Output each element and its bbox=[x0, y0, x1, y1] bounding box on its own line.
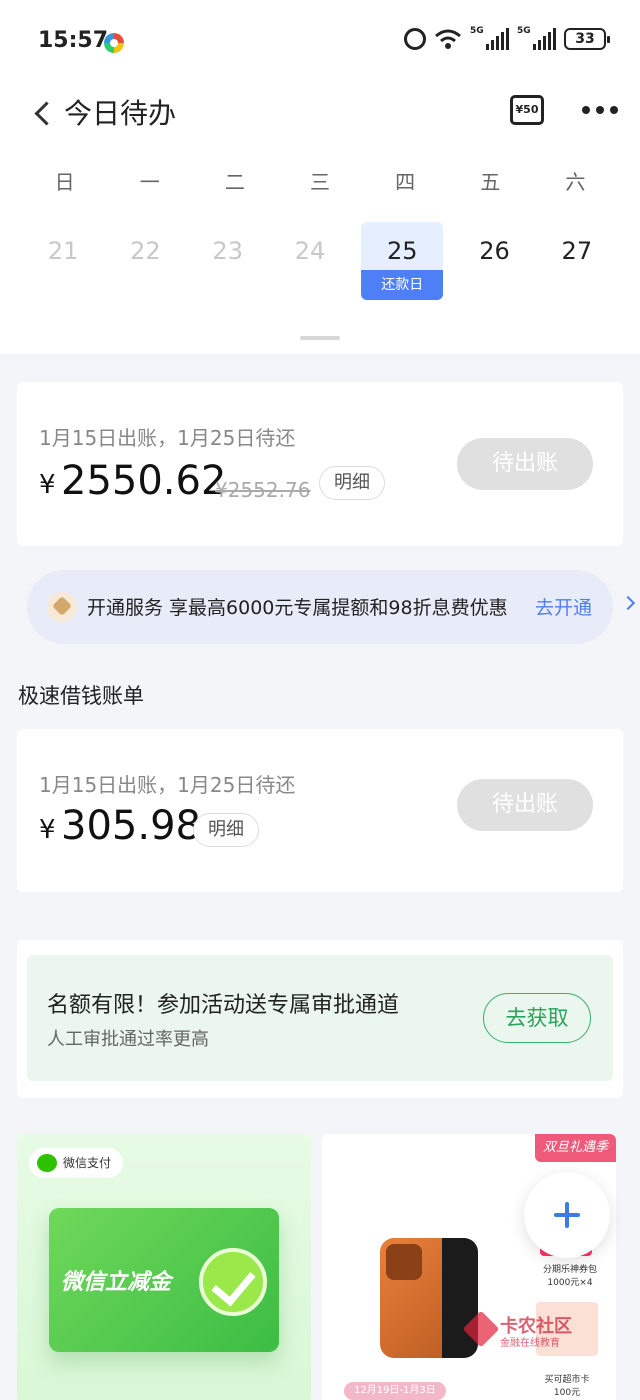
weekday-label: 三 bbox=[309, 170, 330, 194]
status-bar: 15:57 5G 5G 33 bbox=[0, 0, 640, 80]
navigation-bar: 今日待办 ¥50 bbox=[0, 80, 640, 148]
activity-card: 名额有限！参加活动送专属审批通道 人工审批通过率更高 去获取 bbox=[17, 940, 623, 1098]
wechat-pay-tag: 微信支付 bbox=[29, 1148, 124, 1178]
currency-symbol: ¥ bbox=[39, 815, 56, 845]
alarm-icon bbox=[404, 28, 426, 50]
battery-icon: 33 bbox=[564, 28, 610, 50]
currency-symbol: ¥ bbox=[39, 470, 56, 500]
status-icons: 5G 5G 33 bbox=[404, 26, 610, 50]
activity-title: 名额有限！参加活动送专属审批通道 bbox=[47, 993, 400, 1018]
bill-date-info: 1月15日出账，1月25日待还 bbox=[39, 426, 296, 450]
section-title: 极速借钱账单 bbox=[18, 684, 144, 708]
calendar-date-selected[interactable]: 25 还款日 bbox=[361, 222, 444, 300]
detail-button[interactable]: 明细 bbox=[193, 813, 259, 847]
promo-date-tag: 12月19日-1月3日 bbox=[344, 1382, 446, 1400]
calendar-date[interactable]: 24 bbox=[269, 222, 351, 300]
activity-subtitle: 人工审批通过率更高 bbox=[47, 1029, 209, 1050]
calendar-date[interactable]: 27 bbox=[536, 222, 618, 300]
coupon-card-text: 微信立减金 bbox=[61, 1270, 172, 1295]
week-calendar: 日 一 二 三 四 五 六 21 22 23 24 25 还款日 26 27 bbox=[0, 148, 640, 354]
bill-amount: 2550.62 bbox=[61, 458, 227, 504]
promo-banner[interactable]: 开通服务 享最高6000元专属提额和98折息费优惠 去开通 bbox=[27, 570, 636, 644]
wifi-icon bbox=[434, 28, 462, 50]
checkmark-icon bbox=[199, 1248, 267, 1316]
calendar-date[interactable]: 22 bbox=[104, 222, 186, 300]
original-amount: ¥2552.76 bbox=[215, 478, 311, 502]
vip-icon bbox=[47, 592, 77, 622]
festival-tag: 双旦礼遇季 bbox=[534, 1134, 616, 1162]
watermark-subtext: 金融在线教育 bbox=[500, 1338, 560, 1349]
weekday-label: 二 bbox=[224, 170, 245, 194]
app-notification-icon bbox=[104, 33, 124, 53]
watermark-logo-icon bbox=[462, 1310, 500, 1348]
watermark: 卡农社区 金融在线教育 bbox=[462, 1310, 608, 1350]
coupon-pack-label: 分期乐神券包 1000元×4 bbox=[542, 1265, 597, 1288]
page-title: 今日待办 bbox=[64, 97, 177, 130]
weekday-label: 四 bbox=[395, 170, 416, 194]
weekday-label: 六 bbox=[565, 170, 586, 194]
pending-bill-button[interactable]: 待出账 bbox=[457, 779, 593, 831]
drag-handle[interactable] bbox=[300, 336, 340, 340]
weekday-header: 日 一 二 三 四 五 六 bbox=[22, 168, 618, 196]
detail-button[interactable]: 明细 bbox=[319, 466, 385, 500]
wechat-coupon-banner[interactable]: 微信支付 微信立减金 bbox=[17, 1134, 311, 1400]
network-type-label: 5G bbox=[470, 26, 484, 36]
date-row: 21 22 23 24 25 还款日 26 27 bbox=[22, 222, 618, 300]
bill-card: 1月15日出账，1月25日待还 ¥ 2550.62 ¥2552.76 明细 待出… bbox=[17, 382, 623, 546]
bill-amount: 305.98 bbox=[61, 803, 201, 849]
more-icon[interactable] bbox=[582, 106, 618, 114]
activity-banner: 名额有限！参加活动送专属审批通道 人工审批通过率更高 去获取 bbox=[27, 955, 613, 1081]
back-icon[interactable] bbox=[30, 97, 54, 127]
network-type-label: 5G bbox=[517, 26, 531, 36]
pending-bill-button[interactable]: 待出账 bbox=[457, 438, 593, 490]
bill-date-info: 1月15日出账，1月25日待还 bbox=[39, 773, 296, 797]
selected-date-number: 25 bbox=[386, 237, 418, 265]
add-button[interactable] bbox=[524, 1172, 610, 1258]
activate-link[interactable]: 去开通 bbox=[535, 593, 592, 620]
repayment-day-tag: 还款日 bbox=[361, 270, 444, 300]
weekday-label: 日 bbox=[54, 170, 75, 194]
weekday-label: 一 bbox=[139, 170, 160, 194]
status-time: 15:57 bbox=[38, 28, 109, 53]
calendar-date[interactable]: 26 bbox=[453, 222, 535, 300]
coupon-icon[interactable]: ¥50 bbox=[510, 95, 544, 125]
weekday-label: 五 bbox=[480, 170, 501, 194]
chevron-right-icon bbox=[620, 595, 636, 611]
get-button[interactable]: 去获取 bbox=[483, 993, 591, 1043]
calendar-date[interactable]: 23 bbox=[187, 222, 269, 300]
quick-loan-bill-card: 1月15日出账，1月25日待还 ¥ 305.98 明细 待出账 bbox=[17, 729, 623, 892]
promo-text: 开通服务 享最高6000元专属提额和98折息费优惠 bbox=[87, 597, 508, 619]
signal-icon: 5G bbox=[470, 26, 509, 50]
supermarket-card-label: 买可超市卡 100元 bbox=[544, 1375, 590, 1398]
coupon-card: 微信立减金 bbox=[49, 1208, 279, 1352]
calendar-date[interactable]: 21 bbox=[22, 222, 104, 300]
signal-icon: 5G bbox=[517, 26, 556, 50]
